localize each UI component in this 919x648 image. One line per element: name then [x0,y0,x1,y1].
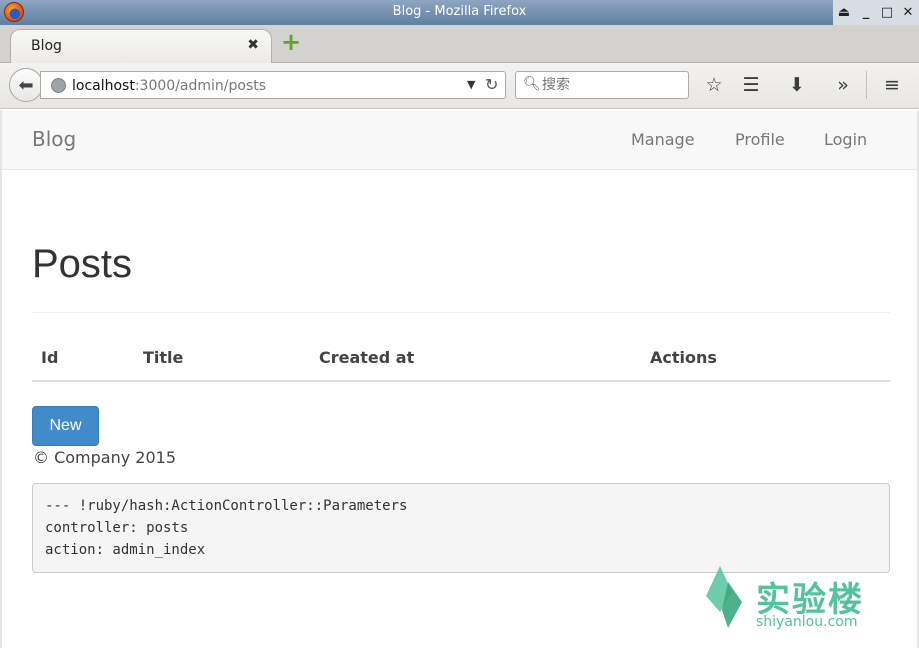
close-window-button[interactable]: ✕ [897,0,919,25]
tab-close-icon[interactable]: ✖ [247,37,259,53]
nav-profile-link[interactable]: Profile [735,130,785,149]
brand-link[interactable]: Blog [32,127,76,151]
nav-manage-link[interactable]: Manage [631,130,695,149]
reload-icon[interactable]: ↻ [485,75,498,94]
url-path: :3000/admin/posts [134,78,267,94]
dropdown-icon[interactable]: ▼ [467,78,475,91]
address-bar[interactable]: localhost:3000/admin/posts ▼ ↻ [40,71,506,99]
debug-params-block: --- !ruby/hash:ActionController::Paramet… [32,483,890,573]
tab-strip: Blog ✖ [0,25,919,63]
debug-line: action: admin_index [45,542,206,558]
tab-label: Blog [31,38,62,54]
column-header-title: Title [143,348,184,367]
back-icon: ⬅ [18,74,34,96]
eject-icon[interactable]: ⏏ [833,0,855,25]
site-navbar: Blog Manage Profile Login [2,110,917,170]
bookmark-star-icon[interactable]: ☆ [702,73,726,97]
footer-copyright: © Company 2015 [33,448,177,467]
globe-icon [51,78,66,93]
new-tab-button[interactable]: + [280,30,302,54]
url-text: localhost:3000/admin/posts [72,78,266,94]
shiyanlou-watermark: 实验楼 shiyanlou.com [702,562,902,642]
back-button[interactable]: ⬅ [9,68,43,102]
toolbar-separator [866,71,867,99]
minimize-button[interactable]: _ [855,0,877,25]
column-header-actions: Actions [650,348,717,367]
leaf-logo-icon [706,566,742,628]
overflow-icon[interactable]: » [831,73,855,97]
title-divider [32,312,890,313]
download-icon[interactable]: ⬇ [785,73,809,97]
column-header-created-at: Created at [319,348,415,367]
debug-line: --- !ruby/hash:ActionController::Paramet… [45,498,408,514]
url-host: localhost [72,78,135,94]
tab-blog[interactable]: Blog ✖ [10,29,272,63]
window-title: Blog - Mozilla Firefox [392,4,527,19]
nav-login-link[interactable]: Login [824,130,867,149]
new-post-button[interactable]: New [32,406,99,446]
navigation-toolbar: ⬅ localhost:3000/admin/posts ▼ ↻ 🔍︎ ☆ ☰ … [0,63,919,109]
search-bar[interactable]: 🔍︎ [515,71,689,99]
reading-list-icon[interactable]: ☰ [739,73,763,97]
column-header-id: Id [41,348,59,367]
debug-line: controller: posts [45,520,189,536]
search-input[interactable] [542,76,682,94]
page-title: Posts [32,242,133,286]
search-icon: 🔍︎ [523,76,541,92]
table-header-divider [32,380,890,382]
menu-icon[interactable]: ≡ [880,73,904,97]
page-viewport: Blog Manage Profile Login Posts Id Title… [0,110,919,648]
window-titlebar: Blog - Mozilla Firefox ⏏ _ □ ✕ [0,0,919,25]
watermark-subtext: shiyanlou.com [756,614,858,630]
maximize-button[interactable]: □ [876,0,898,25]
